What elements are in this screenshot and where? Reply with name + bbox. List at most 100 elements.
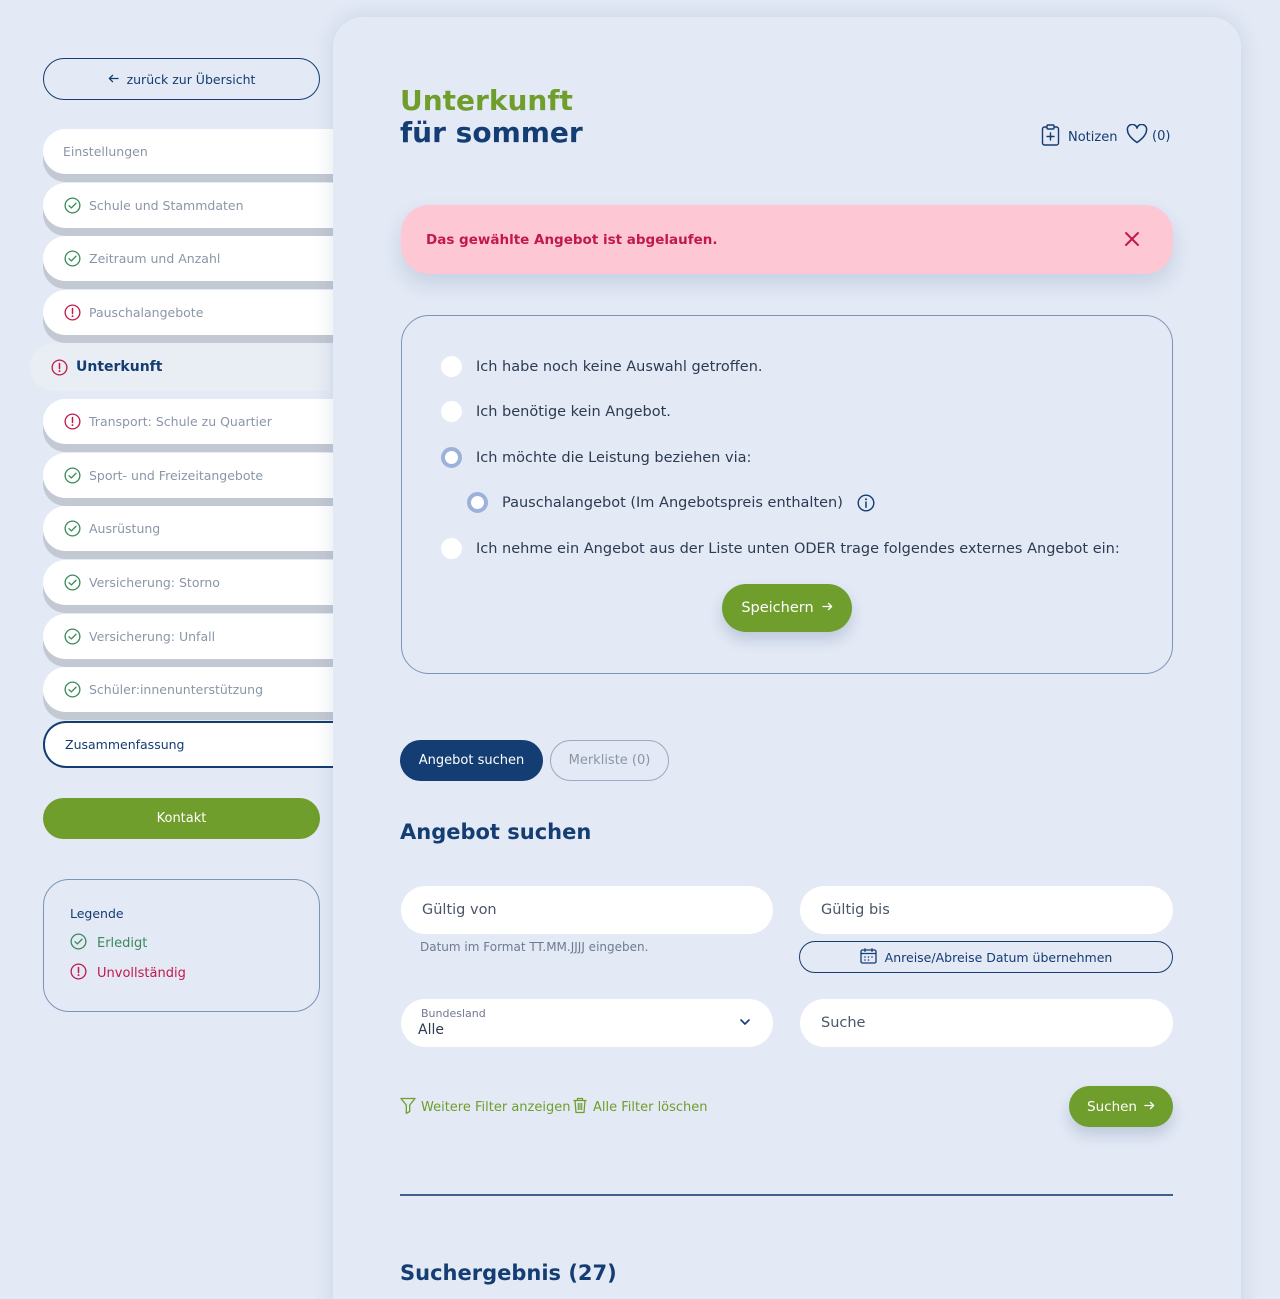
sidebar-item-schuelerunterstuetzung[interactable]: Schüler:innenunterstützung [43, 667, 343, 712]
sidebar-item-transport[interactable]: Transport: Schule zu Quartier [43, 399, 343, 444]
save-button[interactable]: Speichern [722, 584, 852, 632]
sidebar-item-label: Versicherung: Unfall [89, 629, 216, 644]
page-title: Unterkunft [400, 84, 573, 117]
favorites-count: (0) [1152, 128, 1171, 144]
warning-circle-icon [50, 358, 68, 376]
arrow-right-icon [1144, 1099, 1155, 1115]
option-no-offer-needed[interactable]: Ich benötige kein Angebot. [441, 401, 671, 422]
sidebar-item-versicherung-storno[interactable]: Versicherung: Storno [43, 560, 343, 605]
filter-icon [400, 1097, 416, 1118]
notes-label: Notizen [1068, 129, 1118, 145]
legend-incomplete: Unvollständig [70, 963, 293, 984]
heart-icon [1126, 123, 1148, 148]
search-heading: Angebot suchen [400, 820, 592, 844]
sidebar-item-label: Zeitraum und Anzahl [89, 251, 221, 266]
tab-label: Angebot suchen [418, 753, 525, 768]
warning-circle-icon [63, 413, 81, 431]
option-label: Ich habe noch keine Auswahl getroffen. [476, 358, 763, 375]
bundesland-label: Bundesland [421, 1007, 486, 1020]
arrow-right-icon [821, 600, 833, 616]
sidebar-item-pauschalangebote[interactable]: Pauschalangebote [43, 290, 343, 335]
option-no-selection[interactable]: Ich habe noch keine Auswahl getroffen. [441, 356, 763, 377]
legend-title: Legende [70, 906, 124, 921]
option-external-offer[interactable]: Ich nehme ein Angebot aus der Liste unte… [441, 538, 1120, 559]
divider [400, 1194, 1173, 1196]
warning-circle-icon [70, 963, 87, 984]
option-label: Ich benötige kein Angebot. [476, 403, 671, 420]
legend-box: Legende Erledigt Unvollständig [43, 879, 320, 1012]
check-circle-icon [63, 467, 81, 485]
sidebar-item-label: Unterkunft [76, 359, 163, 375]
option-pauschalangebot[interactable]: Pauschalangebot (Im Angebotspreis enthal… [467, 492, 875, 513]
apply-travel-dates-button[interactable]: Anreise/Abreise Datum übernehmen [799, 941, 1173, 973]
check-circle-icon [63, 520, 81, 538]
radio-button[interactable] [441, 538, 462, 559]
valid-to-field[interactable]: Gültig bis [800, 886, 1173, 934]
more-filters-link[interactable]: Weitere Filter anzeigen [400, 1097, 570, 1118]
valid-to-placeholder: Gültig bis [821, 902, 890, 918]
clear-filters-label: Alle Filter löschen [593, 1100, 708, 1115]
check-circle-icon [63, 628, 81, 646]
radio-button[interactable] [441, 356, 462, 377]
sidebar-item-label: Einstellungen [63, 144, 148, 159]
sidebar-item-label: Ausrüstung [89, 521, 161, 536]
radio-button-selected[interactable] [467, 492, 488, 513]
date-format-hint: Datum im Format TT.MM.JJJJ eingeben. [420, 940, 649, 954]
sidebar-item-versicherung-unfall[interactable]: Versicherung: Unfall [43, 614, 343, 659]
sidebar-item-label: Schule und Stammdaten [89, 198, 244, 213]
sidebar-item-label: Versicherung: Storno [89, 575, 220, 590]
save-label: Speichern [741, 600, 814, 616]
calendar-icon [860, 947, 877, 967]
sidebar-item-schule-und-stammdaten[interactable]: Schule und Stammdaten [43, 183, 343, 228]
clear-filters-link[interactable]: Alle Filter löschen [572, 1097, 708, 1118]
radio-button-selected[interactable] [441, 447, 462, 468]
sidebar-item-label: Pauschalangebote [89, 305, 204, 320]
search-input[interactable]: Suche [800, 999, 1173, 1047]
check-circle-icon [63, 574, 81, 592]
sidebar-item-sport-und-freizeit[interactable]: Sport- und Freizeitangebote [43, 453, 343, 498]
warning-circle-icon [63, 304, 81, 322]
apply-travel-dates-label: Anreise/Abreise Datum übernehmen [884, 949, 1113, 965]
clipboard-plus-icon [1041, 124, 1060, 150]
sidebar-item-zeitraum-und-anzahl[interactable]: Zeitraum und Anzahl [43, 236, 343, 281]
arrow-left-icon [108, 72, 119, 87]
sidebar-item-ausruestung[interactable]: Ausrüstung [43, 506, 343, 551]
check-circle-icon [70, 933, 87, 954]
results-heading: Suchergebnis (27) [400, 1261, 617, 1285]
sidebar-item-label: Schüler:innenunterstützung [89, 682, 264, 697]
legend-done-label: Erledigt [97, 936, 148, 951]
tab-label: Merkliste (0) [568, 753, 651, 768]
tab-merkliste[interactable]: Merkliste (0) [550, 740, 669, 781]
sidebar-item-einstellungen[interactable]: Einstellungen [43, 129, 343, 174]
expired-offer-alert: Das gewählte Angebot ist abgelaufen. [401, 205, 1173, 274]
legend-incomplete-label: Unvollständig [97, 966, 186, 981]
sidebar-item-zusammenfassung[interactable]: Zusammenfassung [43, 721, 343, 768]
search-placeholder: Suche [821, 1015, 866, 1031]
close-icon[interactable] [1121, 228, 1143, 250]
sidebar-item-label: Transport: Schule zu Quartier [89, 414, 272, 429]
search-button[interactable]: Suchen [1069, 1086, 1173, 1127]
valid-from-field[interactable]: Gültig von [401, 886, 773, 934]
kontakt-label: Kontakt [156, 811, 207, 826]
chevron-down-icon [737, 1014, 753, 1030]
back-to-overview-button[interactable]: zurück zur Übersicht [43, 58, 320, 100]
check-circle-icon [63, 250, 81, 268]
favorites-button[interactable]: (0) [1126, 123, 1171, 148]
valid-from-placeholder: Gültig von [422, 902, 497, 918]
tab-angebot-suchen[interactable]: Angebot suchen [400, 740, 543, 781]
sidebar-item-label: Zusammenfassung [65, 737, 185, 752]
notes-button[interactable]: Notizen [1041, 124, 1117, 150]
check-circle-icon [63, 681, 81, 699]
page-subtitle: für sommer [400, 116, 583, 149]
search-button-label: Suchen [1087, 1098, 1137, 1115]
option-service-via[interactable]: Ich möchte die Leistung beziehen via: [441, 447, 751, 468]
alert-message: Das gewählte Angebot ist abgelaufen. [426, 231, 718, 248]
radio-button[interactable] [441, 401, 462, 422]
option-label: Ich möchte die Leistung beziehen via: [476, 449, 752, 466]
legend-done: Erledigt [70, 933, 293, 954]
check-circle-icon [63, 197, 81, 215]
sidebar-item-unterkunft[interactable]: Unterkunft [30, 343, 330, 391]
info-icon[interactable] [857, 493, 875, 512]
kontakt-button[interactable]: Kontakt [43, 798, 320, 839]
more-filters-label: Weitere Filter anzeigen [421, 1100, 571, 1115]
